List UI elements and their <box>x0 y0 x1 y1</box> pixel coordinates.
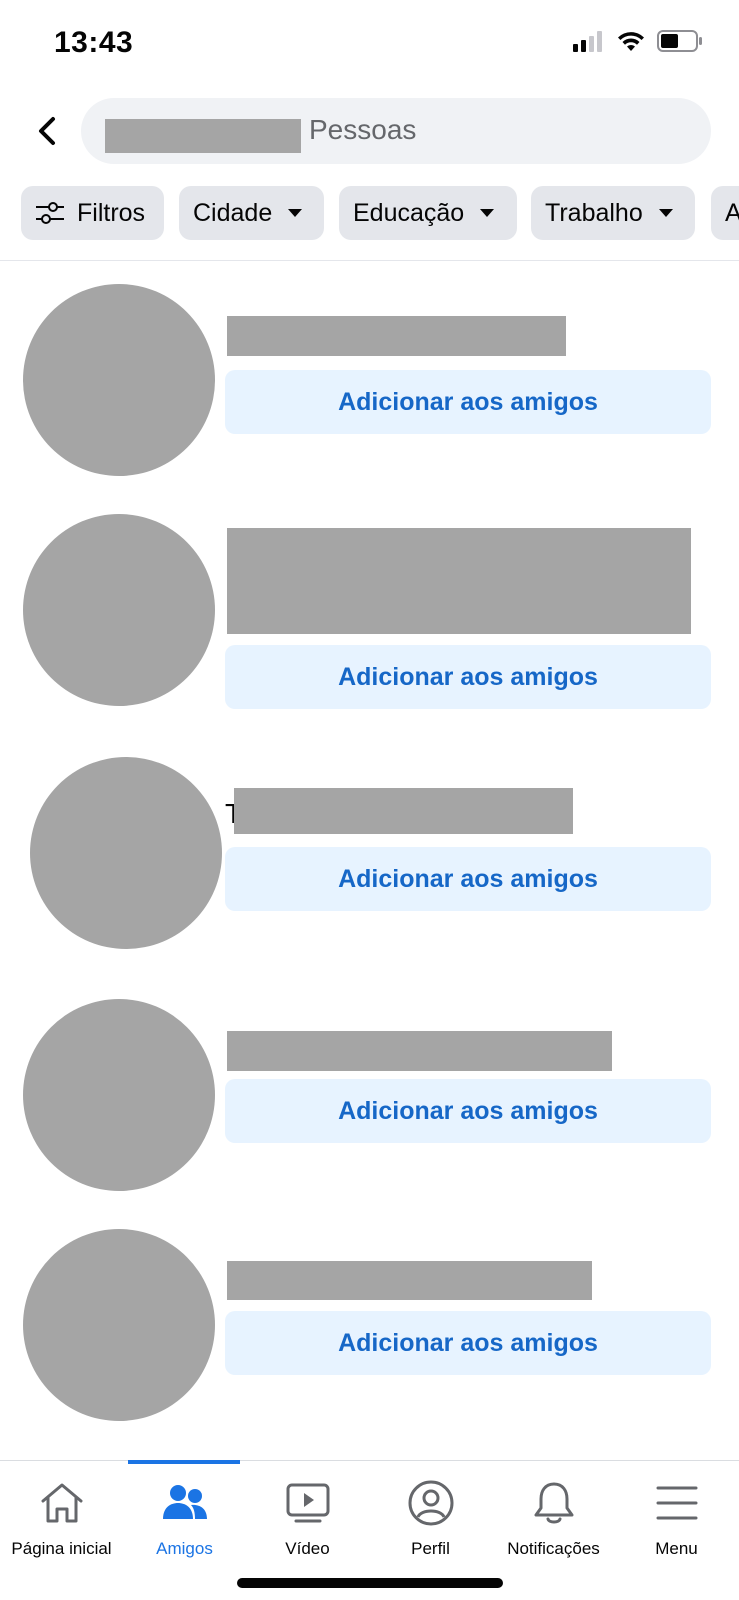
tab-label: Menu <box>655 1539 698 1558</box>
result-name-redacted[interactable] <box>234 788 573 834</box>
add-friend-button[interactable]: Adicionar aos amigos <box>225 1311 711 1375</box>
avatar[interactable] <box>23 1229 215 1421</box>
search-header: Pessoas <box>0 98 739 164</box>
add-friend-button[interactable]: Adicionar aos amigos <box>225 370 711 434</box>
sliders-icon <box>36 202 64 224</box>
tab-label: Amigos <box>156 1539 213 1558</box>
cellular-signal-icon <box>573 31 602 52</box>
caret-down-icon <box>288 209 303 217</box>
bell-icon <box>528 1477 580 1529</box>
avatar[interactable] <box>30 757 222 949</box>
tab-home[interactable]: Página inicial <box>0 1477 123 1559</box>
add-friend-button[interactable]: Adicionar aos amigos <box>225 1079 711 1143</box>
tab-video[interactable]: Vídeo <box>246 1477 369 1559</box>
caret-down-icon <box>480 209 495 217</box>
filter-chip-more[interactable]: A <box>711 186 739 240</box>
tab-profile[interactable]: Perfil <box>369 1477 492 1559</box>
status-bar: 13:43 <box>0 0 739 90</box>
avatar[interactable] <box>23 284 215 476</box>
add-friend-button[interactable]: Adicionar aos amigos <box>225 645 711 709</box>
filter-chip-label: A <box>725 198 739 227</box>
tab-label: Vídeo <box>285 1539 330 1558</box>
filter-chip-educacao[interactable]: Educação <box>339 186 517 240</box>
filter-chip-label: Trabalho <box>545 198 643 227</box>
tab-friends[interactable]: Amigos <box>123 1477 246 1559</box>
tab-notifications[interactable]: Notificações <box>492 1477 615 1559</box>
home-indicator <box>237 1578 503 1588</box>
tab-menu[interactable]: Menu <box>615 1477 738 1559</box>
result-name-redacted[interactable] <box>227 1261 592 1300</box>
status-time: 13:43 <box>54 26 134 59</box>
filter-chip-trabalho[interactable]: Trabalho <box>531 186 695 240</box>
filter-chip-label: Filtros <box>77 198 146 227</box>
back-button[interactable] <box>22 106 72 156</box>
profile-icon <box>405 1477 457 1529</box>
filter-chip-label: Educação <box>353 198 465 227</box>
caret-down-icon <box>658 209 673 217</box>
add-friend-button[interactable]: Adicionar aos amigos <box>225 847 711 911</box>
filter-chips: Filtros Cidade Educação Trabalho A <box>0 186 739 242</box>
back-arrow-icon <box>39 117 55 145</box>
filter-chip-label: Cidade <box>193 198 273 227</box>
avatar[interactable] <box>23 514 215 706</box>
battery-icon <box>657 30 702 52</box>
result-name-redacted[interactable] <box>227 528 691 634</box>
search-scope-label: Pessoas <box>309 114 417 145</box>
avatar[interactable] <box>23 999 215 1191</box>
status-icons <box>573 30 703 52</box>
header-divider <box>0 260 739 261</box>
tab-label: Perfil <box>411 1539 450 1558</box>
friends-icon <box>159 1477 211 1529</box>
filter-chip-cidade[interactable]: Cidade <box>179 186 324 240</box>
home-icon <box>36 1477 88 1529</box>
filter-chip-filtros[interactable]: Filtros <box>21 186 164 240</box>
active-tab-indicator <box>128 1460 240 1464</box>
wifi-icon <box>618 32 644 51</box>
tab-label: Notificações <box>507 1539 600 1558</box>
search-query-redacted <box>105 119 301 153</box>
result-name-redacted[interactable] <box>227 1031 612 1071</box>
search-input[interactable]: Pessoas <box>81 98 711 164</box>
menu-icon <box>651 1477 703 1529</box>
video-icon <box>282 1477 334 1529</box>
tab-label: Página inicial <box>11 1539 112 1558</box>
result-name-redacted[interactable] <box>227 316 566 356</box>
